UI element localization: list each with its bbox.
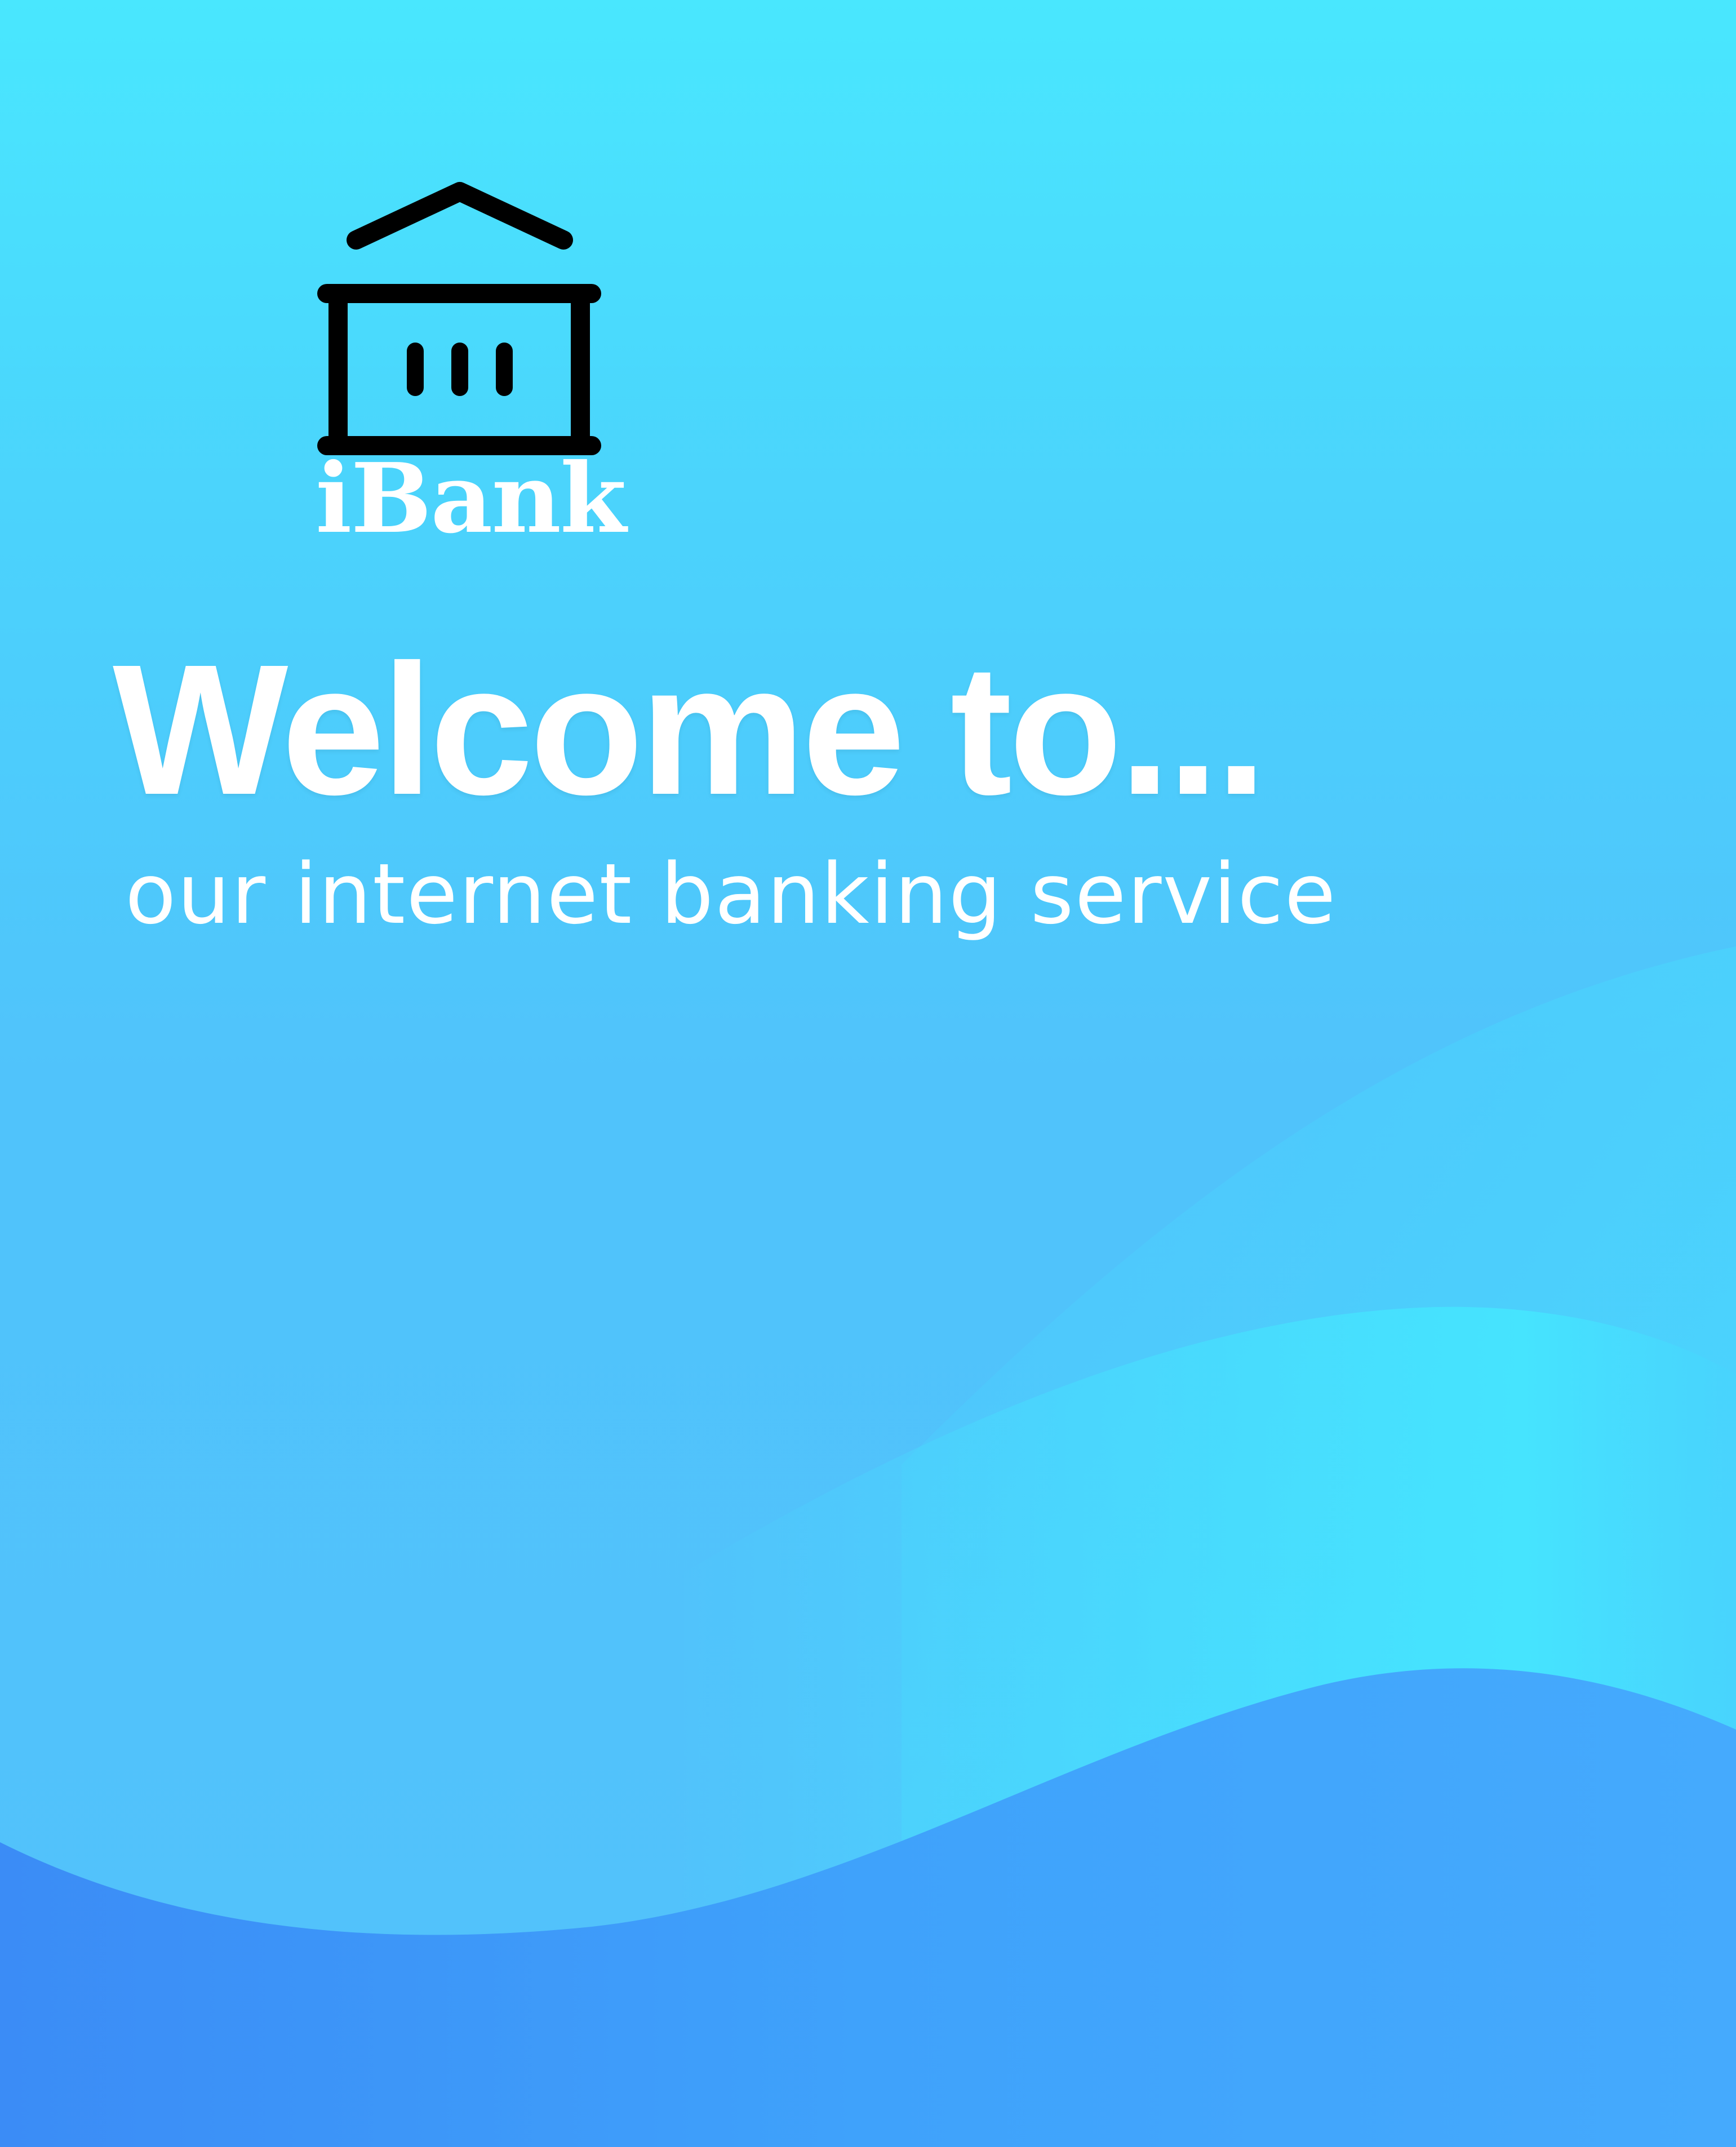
bank-building-icon: [317, 182, 601, 455]
welcome-subtitle: our internet banking service: [125, 846, 1337, 943]
welcome-title: Welcome to...: [113, 625, 1267, 833]
background-waves: [0, 946, 1736, 2147]
brand-name: iBank: [316, 442, 627, 555]
welcome-screen: iBank Welcome to... our internet banking…: [0, 0, 1736, 2147]
